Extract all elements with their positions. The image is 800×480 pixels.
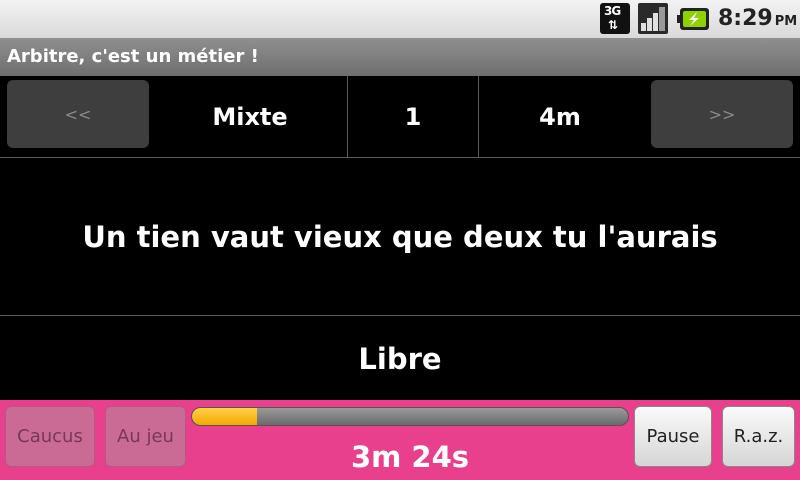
improv-type: Libre <box>358 341 442 376</box>
data-arrows-icon: ⇅ <box>608 18 619 32</box>
status-bar: 3G ⇅ 8:29 PM <box>0 0 800 38</box>
match-header: << Mixte 1 4m >> <box>0 76 800 158</box>
signal-strength-icon <box>638 3 668 34</box>
battery-charging-icon <box>677 8 709 30</box>
pause-button[interactable]: Pause <box>634 406 712 467</box>
timer-progress-fill <box>192 408 258 425</box>
timer-progress-bar <box>191 407 629 426</box>
category-label: Mixte <box>212 102 288 131</box>
reset-button[interactable]: R.a.z. <box>722 406 795 467</box>
clock-ampm: PM <box>774 14 798 29</box>
3g-data-icon: 3G ⇅ <box>600 3 630 34</box>
next-button[interactable]: >> <box>651 80 793 148</box>
clock-time: 8:29 <box>718 6 773 31</box>
app-title: Arbitre, c'est un métier ! <box>7 46 259 67</box>
control-bar: Caucus Au jeu 3m 24s Pause R.a.z. <box>0 400 800 480</box>
previous-button[interactable]: << <box>7 80 149 148</box>
title-bar: Arbitre, c'est un métier ! <box>0 38 800 76</box>
au-jeu-button[interactable]: Au jeu <box>105 406 186 467</box>
clock: 8:29 PM <box>718 6 797 31</box>
duration-label: 4m <box>539 102 581 131</box>
theme-text: Un tien vaut vieux que deux tu l'aurais <box>0 158 800 316</box>
network-type-label: 3G <box>604 4 621 18</box>
improv-number: 1 <box>347 76 479 157</box>
caucus-button[interactable]: Caucus <box>5 406 95 467</box>
elapsed-time: 3m 24s <box>350 440 470 474</box>
